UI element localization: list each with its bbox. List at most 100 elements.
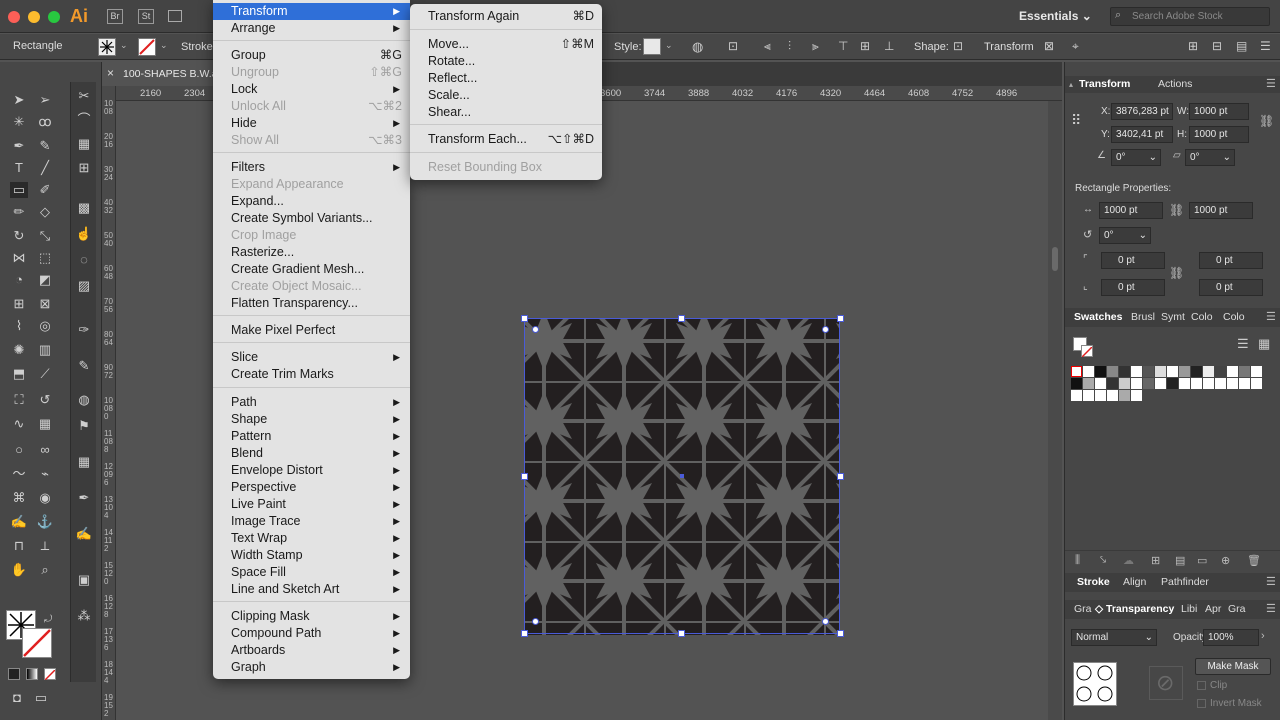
menu-item-pattern[interactable]: Pattern ▶ [213,428,410,445]
line-tool-icon[interactable]: ╱ [36,160,54,176]
free-transform-tool-icon[interactable]: ⬚ [36,250,54,266]
menu-item-arrange[interactable]: Arrange ▶ [213,20,410,37]
none-mode-button[interactable] [44,668,56,681]
menu-item-line-and-sketch-art[interactable]: Line and Sketch Art ▶ [213,581,410,598]
shear-angle-field[interactable]: 0° ⌄ [1185,149,1235,166]
mesh-icon[interactable]: ⊞ [75,160,93,176]
menu-item-reflect[interactable]: Reflect... [410,70,602,87]
join-tool-icon[interactable]: ⌁ [36,466,54,482]
collapse-arrow-icon[interactable]: ▴ [1069,80,1073,89]
menu-item-compound-path[interactable]: Compound Path ▶ [213,625,410,642]
symbol-sprayer-tool-icon[interactable]: ✺ [10,342,28,358]
add-to-library-icon[interactable]: ⤥ [1100,554,1106,567]
menu-item-transform[interactable]: Transform ▶ [213,3,410,20]
tab-gradient[interactable]: Gra [1074,603,1092,615]
tab-color-guide[interactable]: Colo [1223,311,1245,323]
ellipse-tool-icon[interactable]: ○ [10,442,28,458]
panel-menu-icon[interactable]: ☰ [1266,77,1276,90]
x-field[interactable]: 3876,283 pt [1111,103,1173,120]
eyedropper-tool-icon[interactable]: ⌇ [10,318,28,334]
grid-secondary-icon[interactable]: ▦ [75,454,93,470]
align-left-icon[interactable]: ⫷ [764,39,771,54]
tab-graphic-styles[interactable]: Gra [1228,603,1246,615]
slice-tool-icon[interactable]: ⟋ [36,366,54,382]
menu-item-create-gradient-mesh[interactable]: Create Gradient Mesh... [213,261,410,278]
corner-widget-tr[interactable] [822,326,829,333]
tab-transparency[interactable]: ◇ Transparency [1095,603,1174,615]
arrange-icon[interactable]: ⊞ [1188,39,1198,53]
resize-handle-top[interactable] [678,315,685,322]
corner-widget-bl[interactable] [532,618,539,625]
stroke-color-box[interactable] [22,628,52,658]
rectangle-tool-icon[interactable]: ▭ [10,182,28,198]
tab-stroke[interactable]: Stroke [1077,576,1110,588]
close-window-button[interactable] [8,11,20,23]
panel-menu-icon[interactable]: ☰ [1260,39,1271,53]
twist-tool-icon[interactable]: ↺ [36,392,54,408]
menu-item-lock[interactable]: Lock ▶ [213,81,410,98]
blend-mode-select[interactable]: Normal ⌄ [1071,629,1157,646]
resize-handle-right[interactable] [837,473,844,480]
menu-item-create-trim-marks[interactable]: Create Trim Marks [213,366,410,383]
pencil-tool-icon[interactable]: ✏ [10,204,28,220]
perspective-grid-tool-icon[interactable]: ⊞ [10,296,28,312]
transform-link[interactable]: Transform [984,41,1034,53]
link-icon[interactable]: ⛓ [1169,203,1184,217]
recolor-artwork-icon[interactable]: ◍ [692,39,703,55]
lasso-secondary-icon[interactable]: ◌ [75,252,93,268]
stroke-dropdown-arrow[interactable]: ⌄ [160,40,168,51]
resize-handle-bottom-left[interactable] [521,630,528,637]
width-tool-icon[interactable]: ⋈ [10,250,28,266]
rect-width-field[interactable]: 1000 pt [1099,202,1163,219]
scroll-thumb[interactable] [1052,247,1058,271]
menu-item-text-wrap[interactable]: Text Wrap ▶ [213,530,410,547]
bucket-tool-icon[interactable]: ⊓ [10,538,28,554]
magic-wand-tool-icon[interactable]: ✳ [10,114,28,130]
menu-item-envelope-distort[interactable]: Envelope Distort ▶ [213,462,410,479]
tab-brushes[interactable]: Brusl [1131,311,1155,323]
delete-swatch-icon[interactable]: 🗑 [1247,554,1261,567]
corner-widget-tl[interactable] [532,326,539,333]
menu-item-scale[interactable]: Scale... [410,87,602,104]
puppet-warp-tool-icon[interactable]: ⌘ [10,490,28,506]
isolate-icon[interactable]: ⊠ [1044,39,1054,53]
arrange-documents-icon[interactable] [168,10,182,22]
blob-brush-tool-icon[interactable]: ✍ [10,514,28,530]
crop-area-tool-icon[interactable]: ⛶ [10,392,28,408]
texture-icon[interactable]: ▨ [75,278,93,294]
draw-normal-icon[interactable]: ◘ [8,690,26,706]
active-stroke-swatch[interactable] [1081,345,1093,358]
screen-mode-icon[interactable]: ▭ [32,690,50,706]
opacity-field[interactable]: 100% [1203,629,1259,646]
tab-actions[interactable]: Actions [1158,78,1192,90]
tab-align[interactable]: Align [1123,576,1146,588]
menu-item-image-trace[interactable]: Image Trace ▶ [213,513,410,530]
corner-type-icon-2[interactable]: ⌞ [1083,281,1088,292]
invert-mask-checkbox[interactable] [1197,699,1206,708]
corner-radius-1[interactable]: 0 pt [1101,252,1165,269]
menu-item-flatten-transparency[interactable]: Flatten Transparency... [213,295,410,312]
arrange-docs-icon[interactable]: ▤ [1236,39,1247,53]
corner-radius-4[interactable]: 0 pt [1199,279,1263,296]
bridge-button[interactable]: Br [107,9,123,24]
clip-checkbox[interactable] [1197,681,1206,690]
puppet-warp-icon[interactable]: ⌖ [1072,39,1079,54]
grid-view-icon[interactable]: ▦ [1258,336,1270,352]
h-field[interactable]: 1000 pt [1189,126,1249,143]
menu-item-path[interactable]: Path ▶ [213,394,410,411]
rect-height-field[interactable]: 1000 pt [1189,202,1253,219]
distribute-icon[interactable]: ⊟ [1212,39,1222,53]
resize-handle-bottom-right[interactable] [837,630,844,637]
shape-builder-tool-icon[interactable]: ◔ [10,272,28,288]
tab-appearance[interactable]: Apr [1205,603,1221,615]
resize-handle-top-right[interactable] [837,315,844,322]
corner-widget-br[interactable] [822,618,829,625]
column-graph-tool-icon[interactable]: ▥ [36,342,54,358]
align-right-icon[interactable]: ⫸ [812,39,819,54]
document-tab[interactable]: × 100-SHAPES B.W.ai* [102,62,224,86]
minimize-window-button[interactable] [28,11,40,23]
blend-tool-icon[interactable]: ◎ [36,318,54,334]
swatch-options-icon[interactable]: ▤ [1175,554,1185,567]
selection-tool-icon[interactable]: ➤ [10,92,28,108]
tab-transform[interactable]: Transform [1079,78,1130,90]
